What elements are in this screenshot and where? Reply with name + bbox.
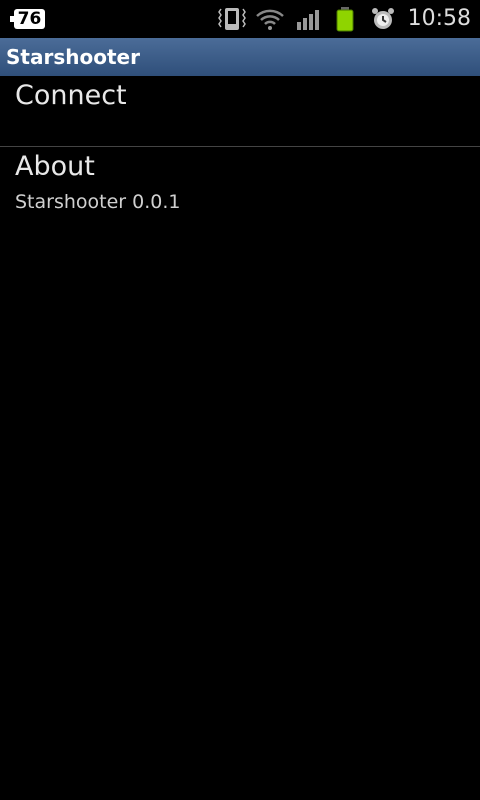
preference-about[interactable]: About Starshooter 0.0.1	[0, 147, 480, 227]
preference-connect[interactable]: Connect	[0, 76, 480, 146]
signal-icon	[297, 10, 319, 30]
wifi-icon	[256, 9, 284, 30]
clock: 10:58	[407, 6, 471, 31]
preference-summary: Starshooter 0.0.1	[15, 191, 181, 213]
vibrate-icon	[218, 8, 246, 30]
alarm-icon	[372, 8, 394, 29]
preference-title: About	[15, 151, 95, 182]
battery-icon	[336, 7, 354, 32]
notification-badge: 76	[10, 9, 45, 29]
status-bar: 76 10:58	[0, 0, 480, 38]
preference-title: Connect	[15, 80, 127, 111]
app-title-bar: Starshooter	[0, 38, 480, 76]
app-title: Starshooter	[6, 45, 140, 69]
